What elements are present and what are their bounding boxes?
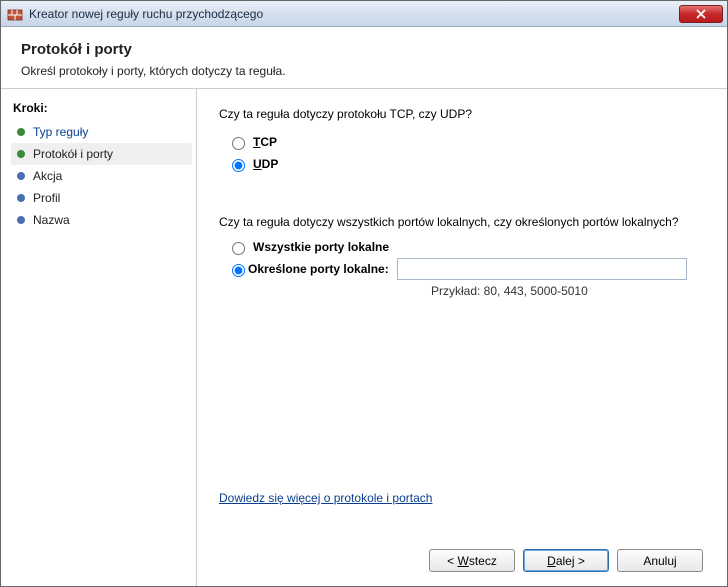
page-subtitle: Określ protokoły i porty, których dotycz… xyxy=(21,64,707,78)
ports-example: Przykład: 80, 443, 5000-5010 xyxy=(431,284,705,298)
label-udp[interactable]: UDP xyxy=(253,157,278,171)
radio-specific-ports[interactable] xyxy=(232,264,245,277)
step-label: Nazwa xyxy=(33,213,70,227)
steps-sidebar: Kroki: Typ reguły Protokół i porty Akcja… xyxy=(1,89,197,586)
step-rule-type[interactable]: Typ reguły xyxy=(11,121,192,143)
label-specific-ports[interactable]: Określone porty lokalne: xyxy=(248,262,389,276)
window-title: Kreator nowej reguły ruchu przychodząceg… xyxy=(29,7,679,21)
label-all-ports[interactable]: Wszystkie porty lokalne xyxy=(253,240,389,254)
protocol-question: Czy ta reguła dotyczy protokołu TCP, czy… xyxy=(219,107,705,121)
protocol-tcp-row: TCP xyxy=(227,134,705,150)
wizard-window: Kreator nowej reguły ruchu przychodząceg… xyxy=(0,0,728,587)
firewall-icon xyxy=(7,6,23,22)
titlebar: Kreator nowej reguły ruchu przychodząceg… xyxy=(1,1,727,27)
next-button[interactable]: Dalej > xyxy=(523,549,609,572)
step-bullet-icon xyxy=(17,172,25,180)
close-icon xyxy=(696,9,706,19)
protocol-udp-row: UDP xyxy=(227,156,705,172)
radio-tcp[interactable] xyxy=(232,137,245,150)
radio-all-ports[interactable] xyxy=(232,242,245,255)
wizard-body: Kroki: Typ reguły Protokół i porty Akcja… xyxy=(1,89,727,586)
learn-more-link[interactable]: Dowiedz się więcej o protokole i portach xyxy=(219,491,705,505)
close-button[interactable] xyxy=(679,5,723,23)
step-bullet-icon xyxy=(17,194,25,202)
step-bullet-icon xyxy=(17,128,25,136)
steps-heading: Kroki: xyxy=(13,101,192,115)
radio-udp[interactable] xyxy=(232,159,245,172)
step-label: Profil xyxy=(33,191,60,205)
wizard-header: Protokół i porty Określ protokoły i port… xyxy=(1,27,727,89)
step-action[interactable]: Akcja xyxy=(11,165,192,187)
step-name[interactable]: Nazwa xyxy=(11,209,192,231)
label-tcp[interactable]: TCP xyxy=(253,135,277,149)
cancel-button[interactable]: Anuluj xyxy=(617,549,703,572)
wizard-buttons: < Wstecz Dalej > Anuluj xyxy=(219,545,705,574)
page-title: Protokół i porty xyxy=(21,41,707,58)
step-protocol-ports[interactable]: Protokół i porty xyxy=(11,143,192,165)
step-profile[interactable]: Profil xyxy=(11,187,192,209)
ports-all-row: Wszystkie porty lokalne xyxy=(227,239,705,255)
step-label: Protokół i porty xyxy=(33,147,113,161)
step-label: Akcja xyxy=(33,169,62,183)
wizard-main: Czy ta reguła dotyczy protokołu TCP, czy… xyxy=(197,89,727,586)
back-button[interactable]: < Wstecz xyxy=(429,549,515,572)
ports-question: Czy ta reguła dotyczy wszystkich portów … xyxy=(219,215,705,229)
step-label: Typ reguły xyxy=(33,125,88,139)
specific-ports-input[interactable] xyxy=(397,258,687,280)
step-bullet-icon xyxy=(17,150,25,158)
ports-specific-row: Określone porty lokalne: xyxy=(227,258,705,280)
step-bullet-icon xyxy=(17,216,25,224)
